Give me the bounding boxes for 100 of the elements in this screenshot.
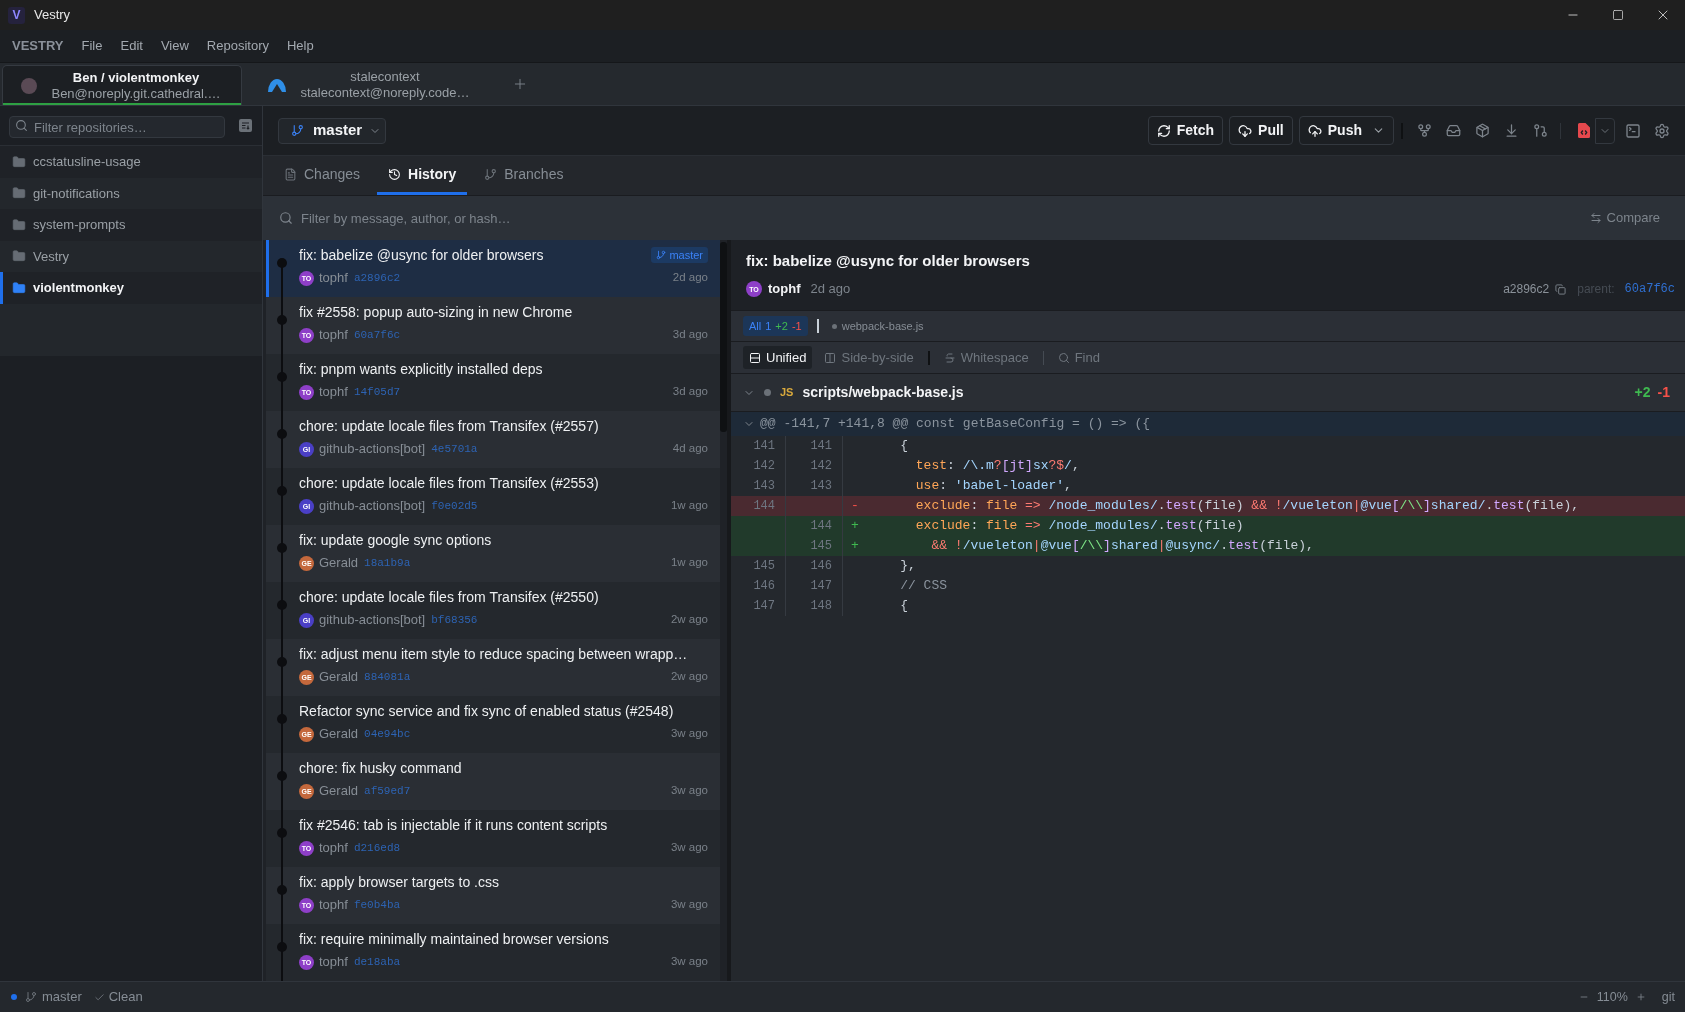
hunk-header: @@ -141,7 +141,8 @@ const getBaseConfig = () => ({ [760, 415, 1151, 434]
history-filter-field[interactable]: Filter by message, author, or hash… [263, 196, 1580, 240]
line-number: 145 [810, 538, 832, 555]
commit-hash: d216ed8 [353, 840, 401, 856]
branch-icon [656, 250, 667, 260]
commit-node-icon [277, 924, 287, 981]
code-line: exclude: file => /node_modules/.test(file) [914, 517, 1244, 536]
author-name: tophf [768, 280, 801, 299]
folder-icon [12, 280, 26, 295]
window-title: Vestry [34, 6, 71, 25]
author-name: github-actions[bot] [319, 611, 426, 630]
commit-hash: 4e5701a [431, 441, 478, 457]
commit-hash: af59ed7 [364, 783, 411, 799]
additions-count: +2 [775, 318, 788, 334]
line-number: 144 [810, 518, 832, 535]
account-name: Ben / violentmonkey [72, 69, 200, 86]
file-filter-chip[interactable]: All 1 +2 -1 [743, 316, 808, 336]
tab[interactable]: Changes [273, 156, 372, 195]
language-tag: JS [780, 384, 794, 401]
compare-button[interactable]: Compare [1579, 196, 1685, 240]
commit-message: chore: fix husky command [299, 758, 462, 778]
view-mode-button[interactable]: Unified [743, 346, 813, 369]
line-number: 146 [753, 578, 775, 595]
code-line: && !/vueleton|@vue[/\\]shared|@usync/.test(file), [930, 537, 1314, 556]
folder-item[interactable]: Vestry [0, 240, 262, 272]
commit-node-icon [277, 354, 287, 411]
file-icon [284, 167, 297, 181]
commit-node-icon [277, 639, 287, 696]
refresh-icon [1156, 123, 1171, 138]
commit-message: fix #2558: popup auto-sizing in new Chrome [299, 302, 573, 322]
menu-item[interactable]: Edit [111, 30, 152, 62]
commit-node-icon [277, 468, 287, 525]
folder-icon [12, 249, 26, 264]
toolbar-button[interactable]: Push [1298, 116, 1394, 145]
commit-hash: fe0b4ba [353, 897, 401, 913]
commit-node-icon [277, 867, 287, 924]
author-name: tophf [319, 326, 348, 345]
account-tab[interactable]: Ben / violentmonkey Ben@noreply.git.cathedral.… [2, 65, 242, 105]
code-line: { [899, 597, 908, 616]
menu-item[interactable]: Repository [197, 30, 278, 62]
branch-selector[interactable]: master [278, 117, 386, 144]
repository-filter-field[interactable]: Filter repositories… [9, 116, 225, 138]
copy-button[interactable] [1554, 282, 1568, 296]
toolbar-button[interactable]: Fetch [1147, 116, 1224, 145]
file-chip[interactable]: webpack-base.js [827, 316, 928, 336]
author-name: github-actions[bot] [319, 440, 426, 459]
commit-time: 3w ago [670, 954, 708, 970]
panel-button[interactable] [238, 118, 253, 133]
plus-icon [1635, 992, 1646, 1002]
tab[interactable]: Branches [473, 156, 575, 195]
menu-item[interactable]: View [151, 30, 198, 62]
code-line: }, [899, 557, 916, 576]
line-number: 141 [810, 438, 832, 455]
code-file-icon [1577, 123, 1590, 138]
branch-icon [291, 124, 304, 137]
commit-time: 3w ago [670, 783, 708, 799]
swap-arrows-icon [1589, 212, 1602, 224]
scrollbar-thumb[interactable] [720, 242, 727, 432]
author-name: Gerald [319, 668, 359, 687]
commit-message: chore: update locale files from Transifex (#2557) [299, 416, 599, 436]
commit-hash: 04e94bc [364, 726, 411, 742]
search-icon [1057, 351, 1070, 364]
commit-message: chore: update locale files from Transifex (#2550) [299, 587, 599, 607]
commit-time: 4d ago [672, 441, 708, 457]
folder-item[interactable]: git-notifications [0, 177, 262, 209]
code-line: test: /\.m?[jt]sx?$/, [914, 457, 1080, 476]
commit-time: 1w ago [670, 555, 708, 571]
folder-icon [12, 154, 26, 169]
folder-icon [12, 217, 26, 232]
menu-item[interactable]: Help [278, 30, 323, 62]
code-line: // CSS [899, 577, 947, 596]
toolbar-button[interactable]: Pull [1229, 116, 1293, 145]
search-icon [279, 211, 293, 225]
commit-node-icon [277, 525, 287, 582]
commit-message: chore: update locale files from Transifex (#2553) [299, 473, 599, 493]
line-number: 147 [753, 598, 775, 615]
menu-item[interactable]: File [72, 30, 112, 62]
commit-message: fix #2546: tab is injectable if it runs content scripts [299, 815, 608, 835]
commit-message: fix: require minimally maintained browser versions [299, 929, 609, 949]
account-email: Ben@noreply.git.cathedral.… [51, 85, 221, 102]
settings-icon [1653, 122, 1670, 139]
commit-time: 3d ago [672, 327, 708, 343]
commit-node-icon [277, 753, 287, 810]
commit-time: 1w ago [670, 498, 708, 514]
menu-item[interactable]: VESTRY [3, 30, 73, 62]
commit-title: fix: babelize @usync for older browsers [746, 251, 1030, 271]
author-name: github-actions[bot] [319, 497, 426, 516]
line-number: 142 [753, 458, 775, 475]
package-icon [1475, 123, 1490, 138]
author-name: tophf [319, 383, 348, 402]
fork-icon [1417, 123, 1432, 138]
copy-icon [1555, 283, 1567, 295]
account-tab[interactable]: stalecontext stalecontext@noreply.code… [250, 65, 490, 105]
rows-icon [749, 351, 761, 364]
line-number: 143 [810, 478, 832, 495]
account-name: stalecontext [350, 69, 420, 85]
zoom-level: 110% [1596, 988, 1628, 1006]
author-name: tophf [319, 839, 348, 858]
commit-hash: 60a7f6c [353, 327, 401, 343]
cloud-download-icon [1238, 123, 1253, 138]
